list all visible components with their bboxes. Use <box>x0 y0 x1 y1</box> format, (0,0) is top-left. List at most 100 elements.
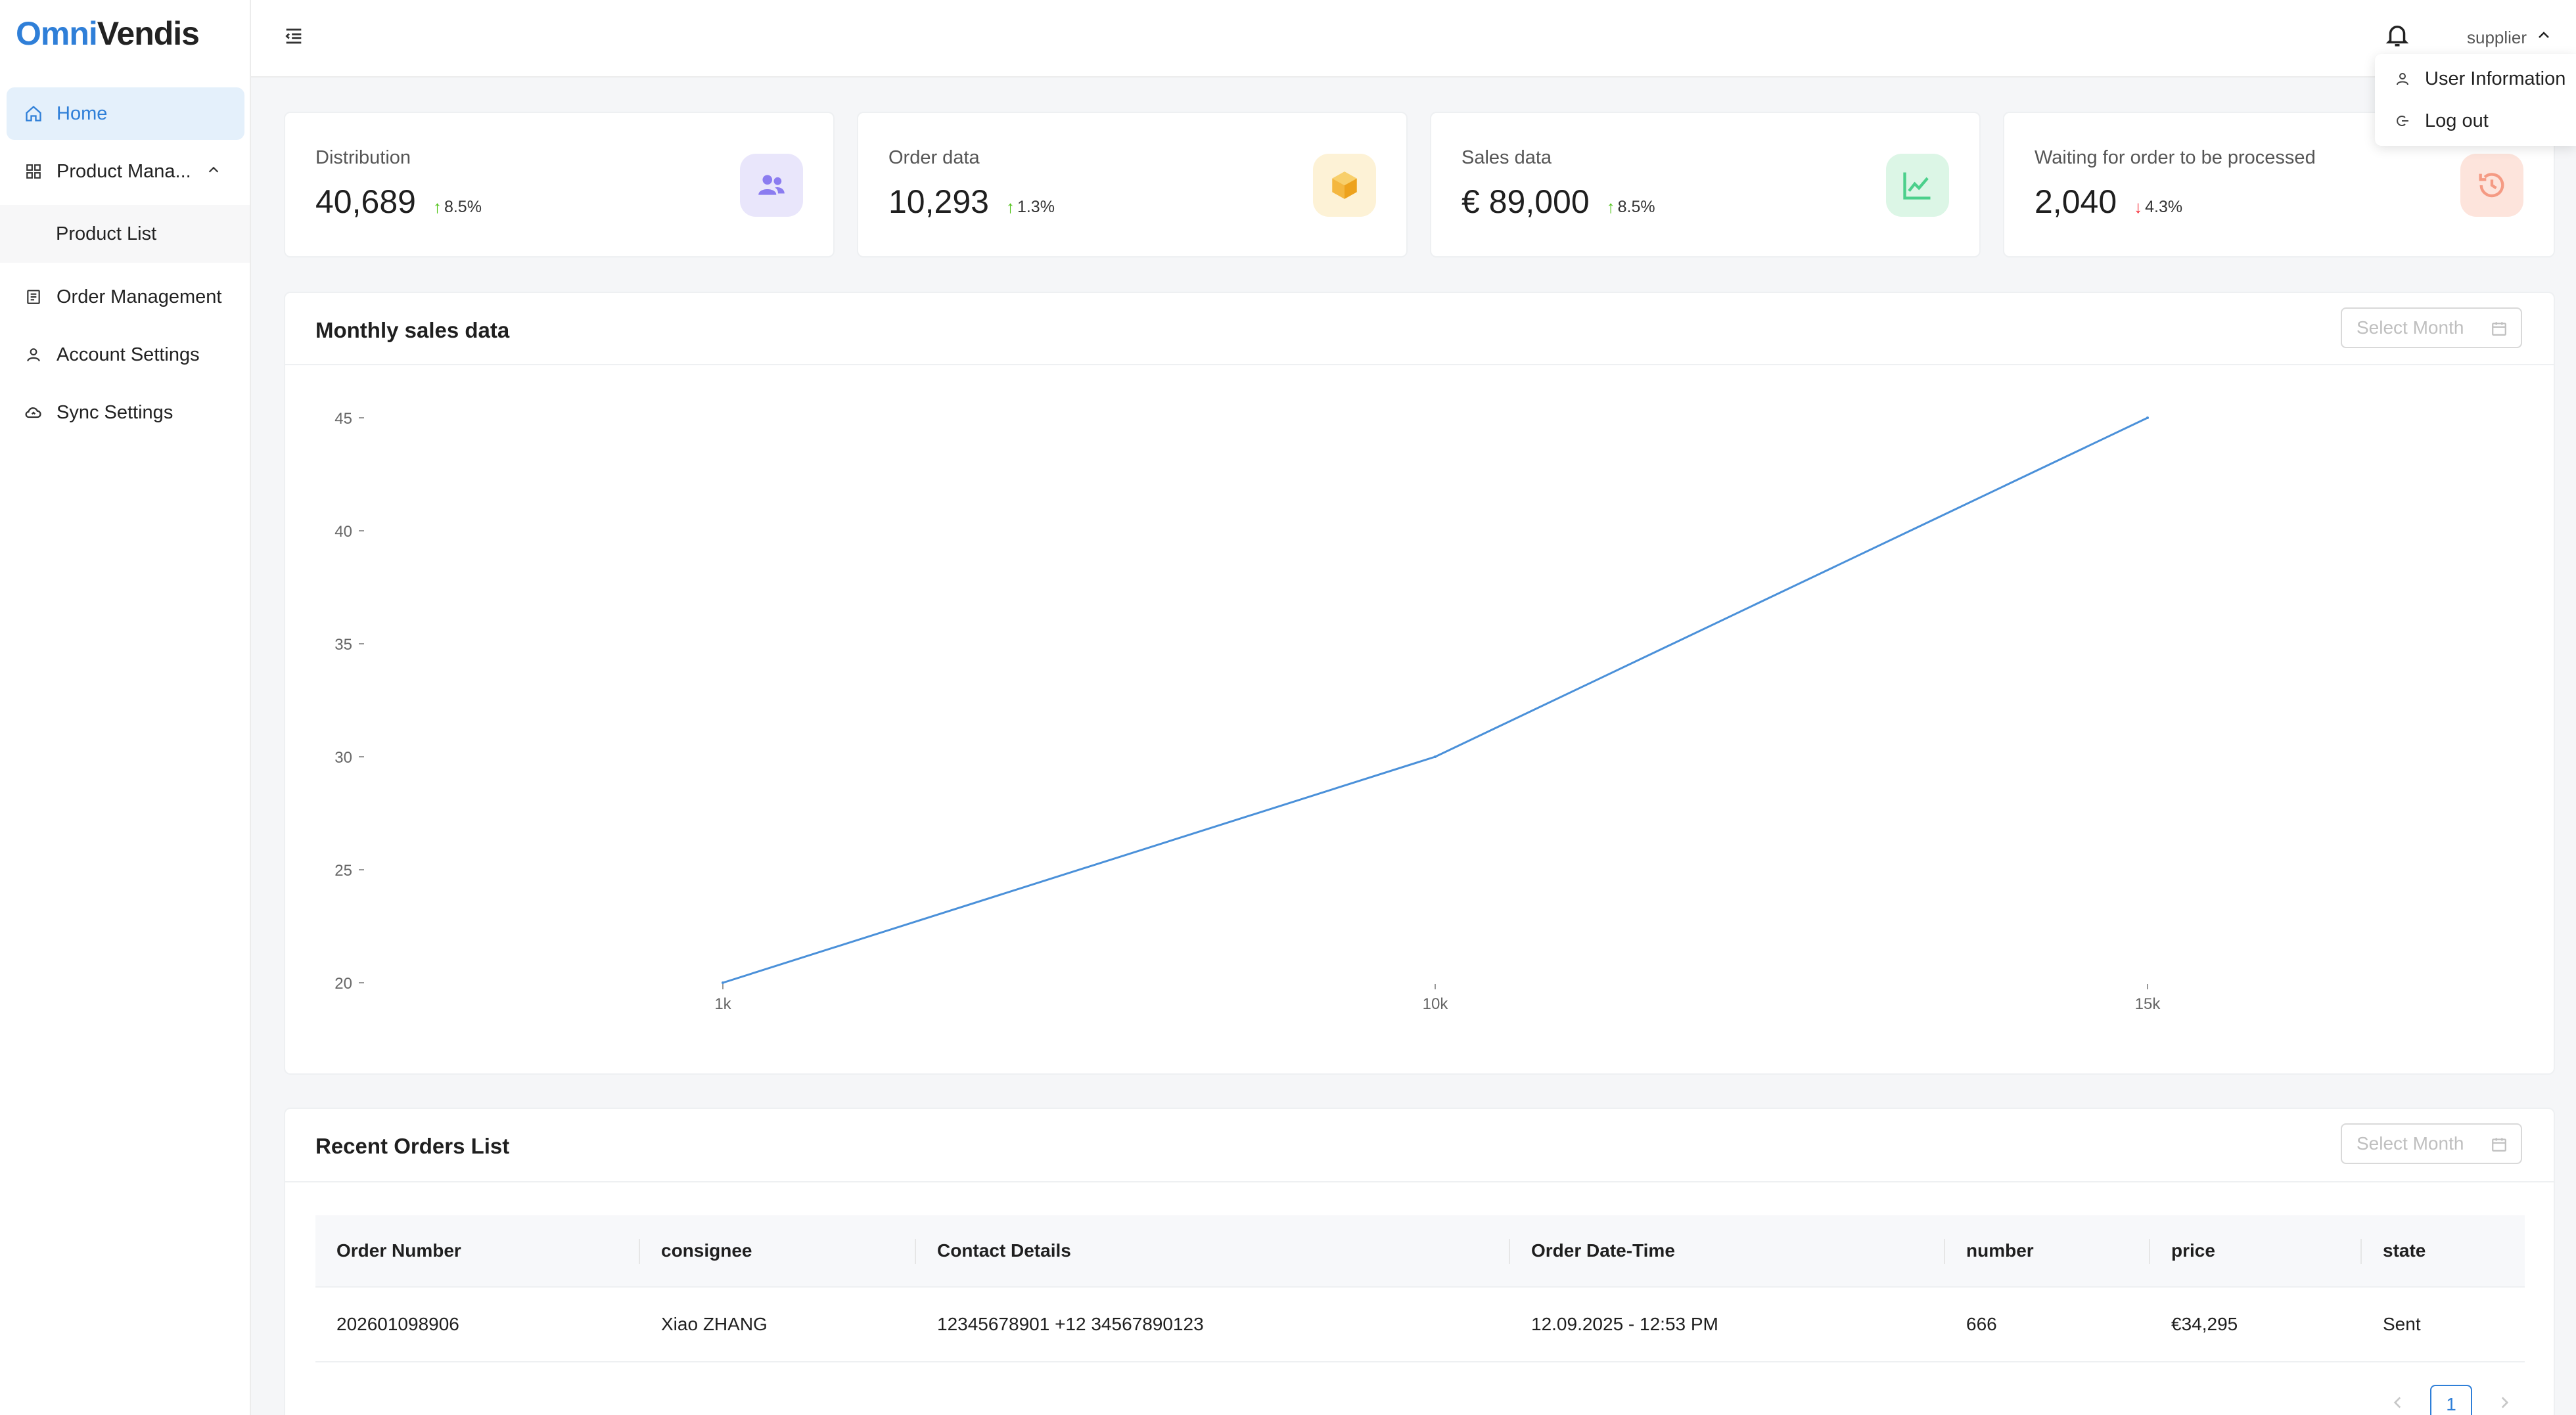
sidebar-item-label: Order Management <box>57 286 222 307</box>
sidebar-item-label: Home <box>57 102 108 124</box>
column-separator <box>2360 1239 2362 1264</box>
home-icon <box>24 104 43 124</box>
stat-delta: ↑ 8.5% <box>433 197 482 217</box>
stat-label: Order data <box>888 147 980 168</box>
box-icon <box>1313 154 1376 217</box>
stat-card-distribution: Distribution 40,689 ↑ 8.5% <box>284 112 835 258</box>
y-tick-label: 40 <box>334 523 352 541</box>
cell-order-number: 202601098906 <box>336 1314 459 1334</box>
orders-table: Order Number consignee Contact Details O… <box>315 1215 2525 1362</box>
top-header: supplier <box>251 0 2576 78</box>
pagination-page-1[interactable]: 1 <box>2430 1385 2472 1415</box>
panel-title: Monthly sales data <box>315 318 510 342</box>
arrow-down-icon: ↓ <box>2134 197 2143 217</box>
cell-price: €34,295 <box>2171 1314 2238 1334</box>
stat-value-row: 40,689 ↑ 8.5% <box>315 183 482 221</box>
month-picker[interactable]: Select Month <box>2341 307 2522 348</box>
panel-divider <box>285 1181 2554 1182</box>
column-separator <box>2149 1239 2150 1264</box>
chevron-up-icon <box>2536 28 2552 48</box>
stat-delta-value: 1.3% <box>1017 198 1055 216</box>
sidebar-item-account-settings[interactable]: Account Settings <box>0 328 244 381</box>
stat-delta-value: 8.5% <box>1617 198 1655 216</box>
chevron-up-icon <box>206 161 221 183</box>
sidebar-item-sync-settings[interactable]: Sync Settings <box>0 386 244 439</box>
menu-toggle-icon[interactable] <box>283 25 306 49</box>
dropdown-item-label: User Information <box>2425 68 2566 89</box>
column-header[interactable]: number <box>1966 1240 2034 1261</box>
column-header[interactable]: price <box>2171 1240 2215 1261</box>
stat-card-order-data: Order data 10,293 ↑ 1.3% <box>857 112 1408 258</box>
document-icon <box>24 287 43 307</box>
column-header[interactable]: state <box>2383 1240 2426 1261</box>
history-icon <box>2460 154 2523 217</box>
y-tick-label: 25 <box>334 862 352 880</box>
grid-icon <box>24 162 43 181</box>
stat-delta-value: 4.3% <box>2145 198 2183 216</box>
arrow-up-icon: ↑ <box>1005 197 1015 217</box>
monthly-sales-panel: Monthly sales data Select Month 20 25 30 35… <box>284 292 2555 1075</box>
dropdown-item-label: Log out <box>2425 110 2489 131</box>
column-separator <box>1509 1239 1510 1264</box>
pagination-next-icon[interactable] <box>2496 1394 2513 1414</box>
month-picker-placeholder: Select Month <box>2357 1133 2464 1154</box>
column-separator <box>1944 1239 1945 1264</box>
brand-logo[interactable]: OmniVendis <box>16 14 200 53</box>
y-tick-label: 20 <box>334 975 352 993</box>
month-picker-placeholder: Select Month <box>2357 317 2464 338</box>
arrow-up-icon: ↑ <box>432 197 442 217</box>
arrow-up-icon: ↑ <box>1606 197 1615 217</box>
stat-value-row: € 89,000 ↑ 8.5% <box>1461 183 1655 221</box>
stat-value: 40,689 <box>315 183 416 220</box>
column-header[interactable]: Order Number <box>336 1240 461 1261</box>
sidebar-item-order-management[interactable]: Order Management <box>0 271 244 323</box>
notification-bell-icon[interactable] <box>2383 21 2412 50</box>
x-tick-label: 10k <box>1423 995 1449 1013</box>
sidebar-item-label: Product Mana... <box>57 160 191 182</box>
stat-label: Sales data <box>1461 147 1552 168</box>
user-icon <box>24 345 43 365</box>
calendar-icon <box>2491 320 2508 337</box>
sidebar-item-product-management[interactable]: Product Mana... <box>0 145 244 198</box>
chart-line-icon <box>1886 154 1949 217</box>
user-name: supplier <box>2467 28 2527 47</box>
stat-value: € 89,000 <box>1461 183 1590 220</box>
column-header[interactable]: consignee <box>661 1240 752 1261</box>
user-icon <box>2395 70 2412 87</box>
user-menu[interactable]: supplier <box>2467 28 2552 48</box>
stat-label: Distribution <box>315 147 411 168</box>
cloud-sync-icon <box>24 403 43 422</box>
sidebar-item-product-list[interactable]: Product List <box>0 205 250 263</box>
dropdown-item-logout[interactable]: Log out <box>2395 108 2489 134</box>
cell-order-datetime: 12.09.2025 - 12:53 PM <box>1531 1314 1718 1334</box>
cell-number: 666 <box>1966 1314 1997 1334</box>
x-tick-label: 1k <box>714 995 731 1013</box>
data-point <box>722 981 724 984</box>
stat-value-row: 2,040 ↓ 4.3% <box>2035 183 2182 221</box>
pagination-page-label: 1 <box>2446 1394 2456 1414</box>
series-line <box>722 416 2148 984</box>
cell-consignee: Xiao ZHANG <box>661 1314 768 1334</box>
stat-value-row: 10,293 ↑ 1.3% <box>888 183 1055 221</box>
panel-title: Recent Orders List <box>315 1134 510 1158</box>
table-header: Order Number consignee Contact Details O… <box>315 1215 2525 1288</box>
stat-delta: ↓ 4.3% <box>2134 197 2182 217</box>
y-tick-label: 45 <box>334 410 352 428</box>
stat-value: 2,040 <box>2035 183 2117 220</box>
column-separator <box>915 1239 916 1264</box>
pagination-prev-icon[interactable] <box>2389 1394 2406 1414</box>
users-icon <box>740 154 803 217</box>
sidebar-item-home[interactable]: Home <box>7 87 244 140</box>
recent-orders-panel: Recent Orders List Select Month Order Nu… <box>284 1108 2555 1415</box>
dropdown-item-user-information[interactable]: User Information <box>2395 66 2565 92</box>
stat-delta-value: 8.5% <box>444 198 482 216</box>
logout-icon <box>2395 112 2412 129</box>
sales-line-chart: 20 25 30 35 40 45 1k 10k 15k <box>334 410 2161 1013</box>
column-header[interactable]: Contact Details <box>937 1240 1071 1261</box>
month-picker[interactable]: Select Month <box>2341 1123 2522 1164</box>
table-row[interactable]: 202601098906 Xiao ZHANG 12345678901 +12 … <box>315 1288 2525 1362</box>
sidebar-item-label: Account Settings <box>57 344 200 365</box>
stat-label: Waiting for order to be processed <box>2035 147 2316 168</box>
column-header[interactable]: Order Date-Time <box>1531 1240 1675 1261</box>
stat-delta: ↑ 8.5% <box>1607 197 1655 217</box>
